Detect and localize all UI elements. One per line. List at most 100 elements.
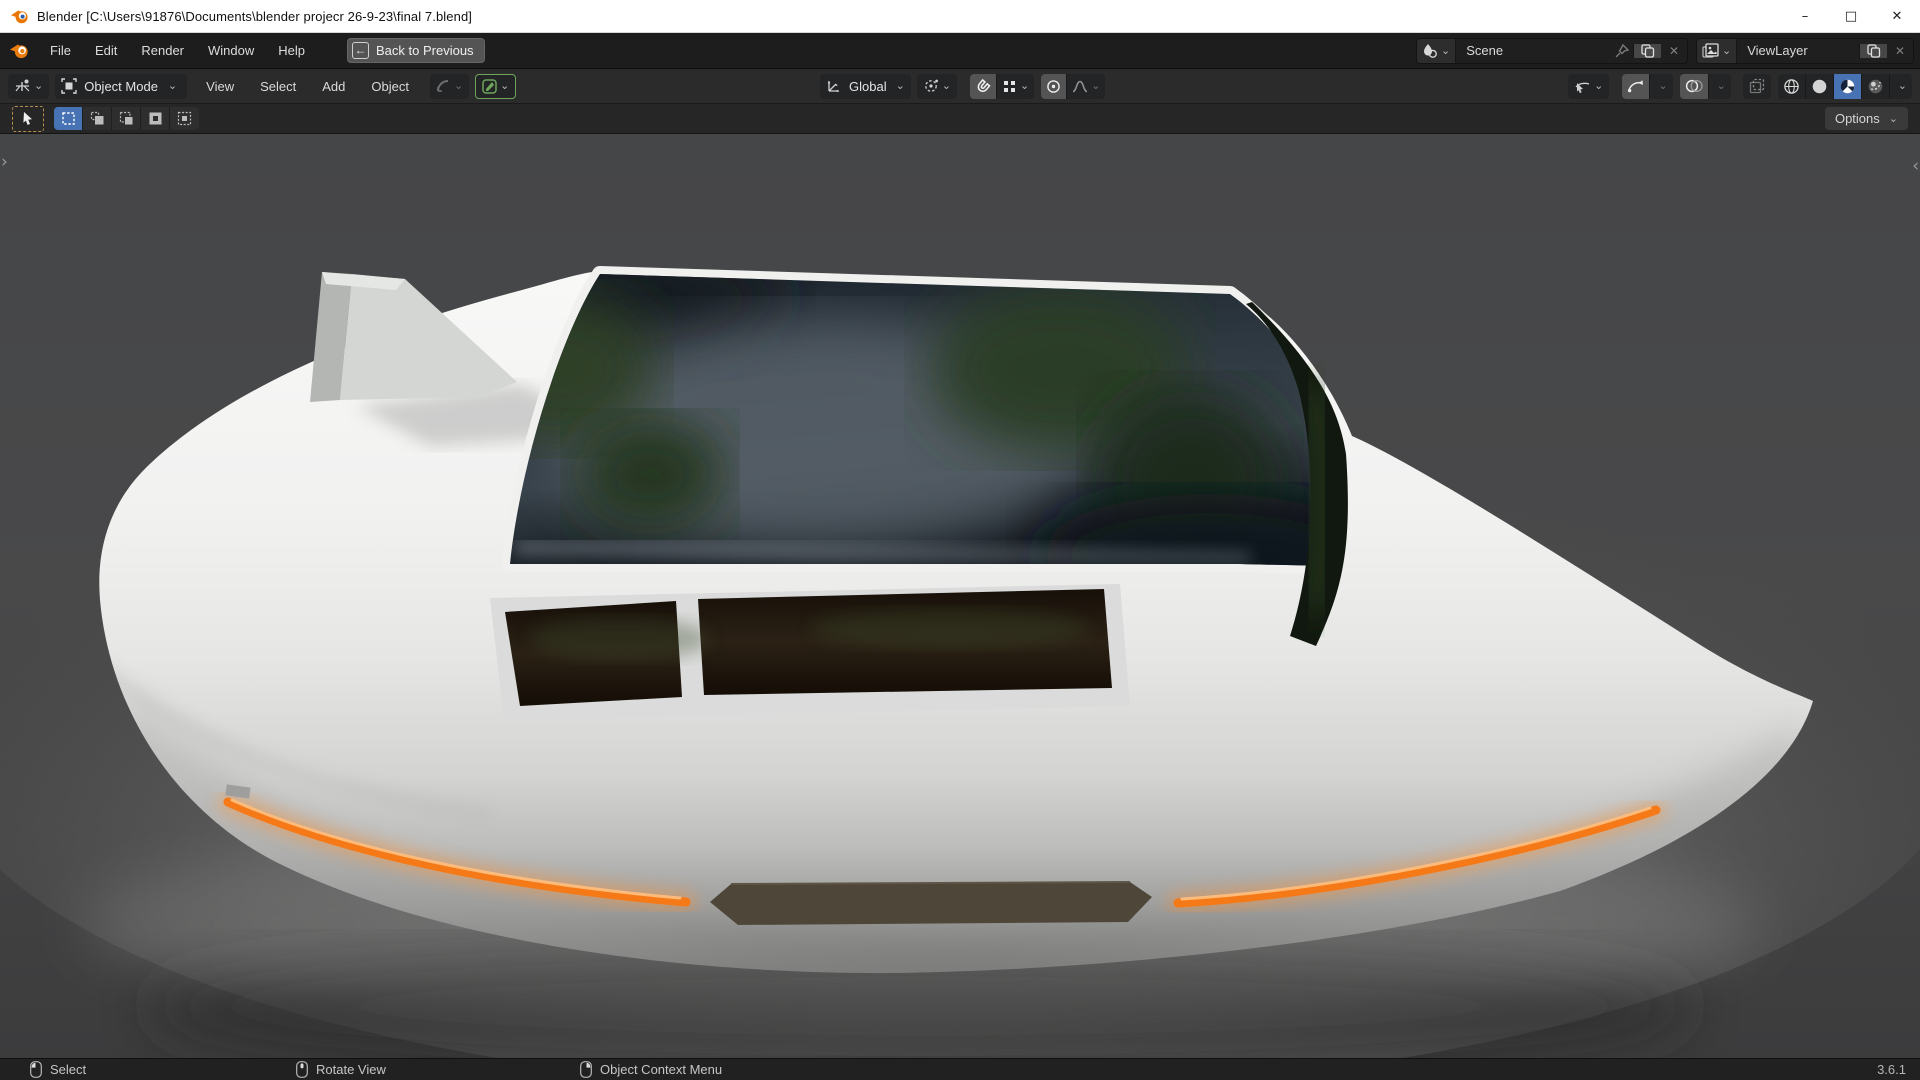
annotate-tool-dropdown[interactable]: ⌄ <box>475 73 517 99</box>
viewport-header: ⌄ Object Mode ⌄ View Select Add Object ⌄ <box>0 69 1920 104</box>
gizmo-arc-arrow-icon <box>1628 80 1644 93</box>
falloff-arc-icon <box>436 79 449 92</box>
proportional-falloff-dropdown[interactable]: ⌄ <box>1067 74 1105 99</box>
sidebar-expand-arrow[interactable]: ‹ <box>1912 158 1919 175</box>
snap-with-dropdown[interactable]: ⌄ <box>997 74 1034 99</box>
scene-duplicate-button[interactable] <box>1633 43 1661 58</box>
hull-access-panel <box>710 882 1152 925</box>
blender-logo-icon <box>11 9 28 23</box>
options-dropdown[interactable]: Options ⌄ <box>1824 107 1908 130</box>
shading-wireframe-button[interactable] <box>1778 74 1805 99</box>
menu-select[interactable]: Select <box>247 75 309 98</box>
pivot-point-icon <box>924 79 938 92</box>
menu-window[interactable]: Window <box>196 39 266 62</box>
overlays-circles-icon <box>1685 79 1703 93</box>
left-mouse-button-icon <box>30 1061 42 1078</box>
viewlayer-name[interactable]: ViewLayer <box>1737 43 1817 58</box>
xray-toggle[interactable] <box>1742 73 1771 99</box>
shading-mode-group: ⌄ <box>1777 73 1912 99</box>
blender-version: 3.6.1 <box>1877 1062 1906 1077</box>
top-menu-bar: File Edit Render Window Help ← Back to P… <box>0 33 1920 69</box>
viewlayer-selector: ⌄ ViewLayer ✕ <box>1696 37 1914 64</box>
right-mouse-button-icon <box>580 1061 592 1078</box>
select-invert-icon <box>149 112 161 125</box>
toolbar-expand-arrow[interactable]: › <box>1 154 8 171</box>
pushpin-icon[interactable] <box>1615 43 1629 58</box>
transform-orientation-dropdown[interactable]: Global ⌄ <box>820 73 911 99</box>
window-title: Blender [C:\Users\91876\Documents\blende… <box>37 8 472 24</box>
chevron-down-icon: ⌄ <box>1441 43 1451 57</box>
chevron-down-icon: ⌄ <box>1658 79 1668 92</box>
chevron-down-icon: ⌄ <box>1888 111 1898 125</box>
select-intersect-icon <box>177 111 192 126</box>
viewlayer-remove-button[interactable]: ✕ <box>1887 44 1913 58</box>
viewport-editor-icon <box>15 79 30 92</box>
shading-dropdown[interactable]: ⌄ <box>1890 74 1912 99</box>
select-mode-invert[interactable] <box>141 107 170 130</box>
chevron-down-icon: ⌄ <box>500 79 510 92</box>
menu-add[interactable]: Add <box>309 75 358 98</box>
chevron-down-icon: ⌄ <box>1091 79 1101 92</box>
menu-render[interactable]: Render <box>129 39 196 62</box>
menu-file[interactable]: File <box>38 39 83 62</box>
chevron-down-icon: ⌄ <box>1897 79 1907 92</box>
blender-logo-icon-small[interactable] <box>8 43 30 59</box>
select-subtract-icon <box>119 111 132 125</box>
mode-dropdown[interactable]: Object Mode ⌄ <box>55 73 188 99</box>
snap-toggle[interactable] <box>970 73 997 99</box>
menu-view[interactable]: View <box>193 75 247 98</box>
os-title-bar: Blender [C:\Users\91876\Documents\blende… <box>0 0 1920 33</box>
shading-rendered-button[interactable] <box>1862 74 1889 99</box>
viewlayer-icon <box>1702 42 1719 58</box>
tool-settings-row: Options ⌄ <box>0 104 1920 134</box>
select-mode-intersect[interactable] <box>170 107 199 130</box>
shading-solid-button[interactable] <box>1806 74 1833 99</box>
snapping-group: ⌄ <box>970 73 1035 99</box>
select-mode-set[interactable] <box>54 107 83 130</box>
maximize-button[interactable]: □ <box>1828 0 1874 33</box>
status-rotate-hint: Rotate View <box>296 1061 386 1078</box>
object-visibility-dropdown[interactable]: ⌄ <box>1568 73 1610 99</box>
shading-material-preview-button[interactable] <box>1833 73 1861 99</box>
chevron-down-icon: ⌄ <box>1722 43 1732 57</box>
wireframe-sphere-icon <box>1784 78 1799 94</box>
menu-edit[interactable]: Edit <box>83 39 129 62</box>
menu-object[interactable]: Object <box>358 75 422 98</box>
solid-sphere-icon <box>1812 79 1827 93</box>
viewport-3d[interactable]: › ‹ <box>0 134 1920 1058</box>
show-overlays-toggle[interactable] <box>1679 73 1708 99</box>
falloff-curve-dropdown[interactable]: ⌄ <box>429 73 470 99</box>
show-gizmo-toggle[interactable] <box>1622 73 1650 99</box>
chevron-down-icon: ⌄ <box>1020 79 1030 92</box>
annotate-pen-icon <box>482 78 497 94</box>
display-options-cluster: ⌄ ⌄ ⌄ ⌄ <box>1568 73 1912 99</box>
falloff-bell-curve-icon <box>1072 80 1088 92</box>
scene-name[interactable]: Scene <box>1456 43 1513 58</box>
increment-grid-icon <box>1004 80 1016 92</box>
menu-help[interactable]: Help <box>266 39 317 62</box>
chevron-down-icon: ⌄ <box>453 79 464 92</box>
scene-browse-button[interactable]: ⌄ <box>1417 38 1457 63</box>
middle-mouse-button-icon <box>296 1061 308 1078</box>
scene-unlink-button[interactable]: ✕ <box>1661 44 1687 58</box>
viewlayer-browse-button[interactable]: ⌄ <box>1697 38 1738 63</box>
material-preview-sphere-icon <box>1840 79 1855 93</box>
orientation-axes-icon <box>827 81 839 93</box>
minimize-button[interactable]: – <box>1782 0 1828 33</box>
select-mode-subtract[interactable] <box>112 107 141 130</box>
editor-type-dropdown[interactable]: ⌄ <box>8 73 50 99</box>
pivot-point-dropdown[interactable]: ⌄ <box>916 73 958 99</box>
close-button[interactable]: ✕ <box>1874 0 1920 33</box>
overlays-dropdown[interactable]: ⌄ <box>1709 74 1731 99</box>
viewlayer-duplicate-button[interactable] <box>1859 43 1887 58</box>
duplicate-icon <box>1866 43 1880 58</box>
magnet-icon <box>977 78 991 93</box>
proportional-editing-toggle[interactable] <box>1041 73 1067 99</box>
chevron-down-icon: ⌄ <box>895 79 905 92</box>
active-tool-select-box[interactable] <box>12 105 44 132</box>
select-cursor-icon <box>23 112 32 125</box>
select-mode-extend[interactable] <box>83 107 112 130</box>
overlays-group: ⌄ <box>1679 73 1731 99</box>
back-to-previous-button[interactable]: ← Back to Previous <box>347 38 485 63</box>
gizmo-dropdown[interactable]: ⌄ <box>1650 74 1672 99</box>
